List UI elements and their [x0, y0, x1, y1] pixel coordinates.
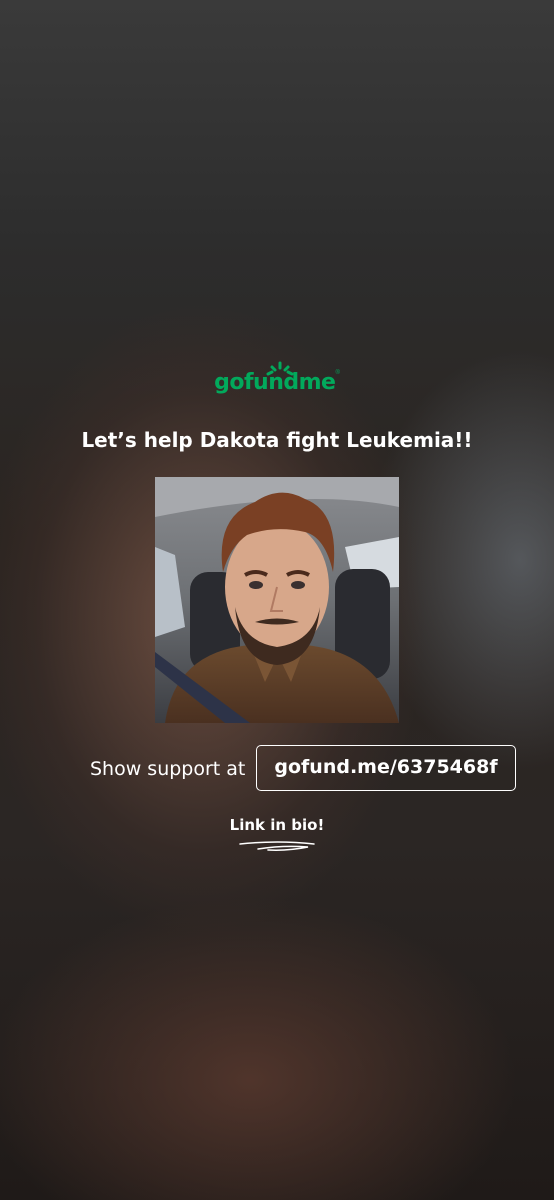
person-selfie-illustration [155, 477, 399, 723]
logo-trademark: ® [335, 370, 340, 376]
story-screen: gofundme® Let’s help Dakota fight Leukem… [0, 0, 554, 1200]
gofundme-logo: gofundme® [0, 361, 554, 395]
campaign-photo [155, 477, 399, 723]
support-label: Show support at [90, 758, 246, 780]
sun-rays-icon [266, 361, 294, 376]
fundraiser-link-button[interactable]: gofund.me/6375468f [256, 745, 516, 791]
campaign-headline: Let’s help Dakota fight Leukemia!! [81, 428, 473, 452]
support-row: Show support at gofund.me/6375468f [0, 745, 554, 793]
underline-squiggle-icon [239, 841, 315, 851]
link-in-bio-text: Link in bio! [229, 816, 325, 834]
